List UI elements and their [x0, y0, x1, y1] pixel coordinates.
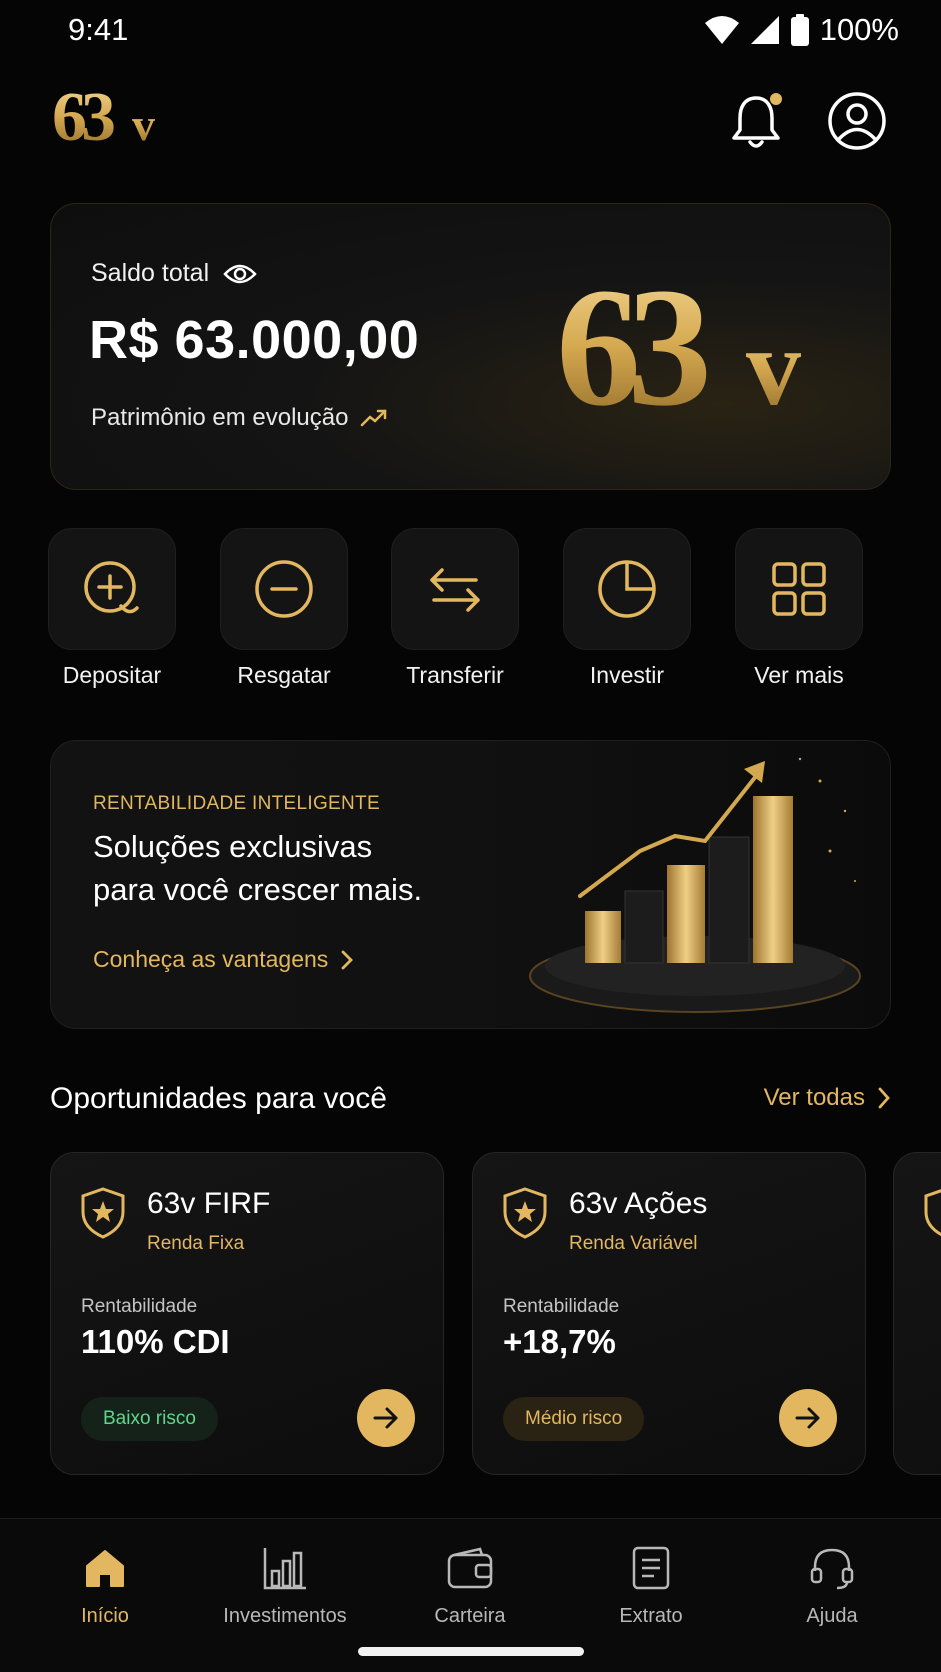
shield-star-icon — [81, 1187, 125, 1239]
arrow-right-icon — [795, 1407, 820, 1429]
balance-value: R$ 63.000,00 — [89, 310, 420, 370]
open-fund-button[interactable] — [779, 1389, 837, 1447]
chevron-right-icon — [878, 1087, 890, 1109]
opportunities-carousel[interactable]: 63v FIRF Renda Fixa Rentabilidade 110% C… — [0, 1152, 941, 1477]
status-bar: 9:41 100% — [0, 0, 941, 60]
eye-icon[interactable] — [223, 262, 257, 286]
nav-help[interactable]: Ajuda — [742, 1543, 922, 1628]
nav-label: Investimentos — [223, 1605, 347, 1627]
promo-title-line2: para você crescer mais. — [93, 872, 423, 907]
bar-chart-icon — [263, 1548, 306, 1590]
opportunities-header: Oportunidades para você Ver todas — [50, 1080, 891, 1120]
return-value: 110% CDI — [81, 1323, 230, 1360]
grid-icon — [772, 562, 826, 616]
fund-type: Renda Fixa — [147, 1233, 245, 1254]
status-time: 9:41 — [68, 12, 129, 47]
chevron-right-icon — [341, 950, 354, 969]
action-label: Transferir — [406, 662, 504, 688]
balance-label: Saldo total — [91, 259, 210, 287]
trend-up-icon — [361, 409, 387, 427]
pie-chart-icon — [598, 560, 656, 618]
signal-icon — [750, 16, 779, 44]
promo-banner[interactable]: RENTABILIDADE INTELIGENTE Soluções exclu… — [50, 740, 891, 1029]
return-label: Rentabilidade — [81, 1296, 198, 1317]
balance-subtitle: Patrimônio em evolução — [91, 404, 349, 431]
user-circle-icon — [828, 92, 886, 150]
action-label: Investir — [589, 662, 665, 688]
return-value: +18,7% — [503, 1323, 616, 1360]
wifi-icon — [704, 16, 739, 44]
minus-circle-icon — [255, 560, 313, 618]
svg-text:63: 63 — [52, 80, 114, 150]
svg-text:63: 63 — [556, 264, 707, 424]
see-all-link[interactable]: Ver todas — [764, 1084, 891, 1112]
nav-label: Extrato — [619, 1605, 683, 1627]
balance-card: Saldo total R$ 63.000,00 Patrimônio em e… — [50, 203, 891, 490]
promo-tag: RENTABILIDADE INTELIGENTE — [93, 793, 380, 814]
quick-actions: Depositar Resgatar Transferir Investir V… — [48, 528, 891, 689]
risk-badge: Médio risco — [503, 1397, 645, 1441]
svg-text:v: v — [132, 99, 155, 150]
wallet-icon — [447, 1547, 493, 1589]
fund-type: Renda Variável — [569, 1233, 698, 1254]
brand-logo-large: 63 v — [556, 264, 801, 424]
battery-percentage: 100% — [819, 12, 899, 47]
nav-label: Início — [81, 1605, 129, 1627]
headset-icon — [810, 1548, 854, 1590]
action-withdraw[interactable]: Resgatar — [204, 528, 364, 689]
promo-link[interactable]: Conheça as vantagens — [93, 946, 354, 973]
nav-home[interactable]: Início — [15, 1543, 195, 1628]
action-label: Depositar — [62, 662, 162, 688]
opportunity-card[interactable]: 63v Ações Renda Variável Rentabilidade +… — [472, 1152, 866, 1475]
fund-name: 63v FIRF — [147, 1187, 271, 1220]
opportunity-card-partial[interactable] — [893, 1152, 941, 1475]
growth-chart-illustration — [529, 757, 861, 1013]
opportunity-card[interactable]: 63v FIRF Renda Fixa Rentabilidade 110% C… — [50, 1152, 444, 1475]
svg-text:v: v — [746, 306, 801, 424]
promo-title-line1: Soluções exclusivas — [93, 829, 373, 864]
risk-badge: Baixo risco — [81, 1397, 218, 1441]
transfer-arrows-icon — [430, 568, 480, 612]
promo-title: Soluções exclusivas para você crescer ma… — [93, 825, 513, 911]
fund-name: 63v Ações — [569, 1187, 708, 1220]
nav-label: Ajuda — [806, 1605, 858, 1627]
section-title: Oportunidades para você — [50, 1082, 387, 1115]
shield-star-icon — [924, 1189, 941, 1237]
plus-circle-icon — [84, 561, 139, 614]
nav-wallet[interactable]: Carteira — [380, 1543, 560, 1628]
action-more[interactable]: Ver mais — [719, 528, 879, 689]
battery-icon — [790, 14, 809, 46]
action-label: Resgatar — [237, 662, 331, 688]
action-label: Ver mais — [754, 662, 844, 688]
action-invest[interactable]: Investir — [547, 528, 707, 689]
nav-label: Carteira — [434, 1605, 506, 1627]
nav-investments[interactable]: Investimentos — [195, 1543, 375, 1628]
action-transfer[interactable]: Transferir — [375, 528, 535, 689]
home-indicator[interactable] — [358, 1647, 584, 1656]
home-icon — [86, 1550, 124, 1587]
notifications-button[interactable] — [728, 90, 784, 152]
promo-link-text: Conheça as vantagens — [93, 946, 329, 972]
return-label: Rentabilidade — [503, 1296, 620, 1317]
see-all-text: Ver todas — [763, 1084, 865, 1111]
profile-button[interactable] — [826, 90, 888, 152]
action-deposit[interactable]: Depositar — [32, 528, 192, 689]
document-icon — [632, 1546, 670, 1590]
nav-statement[interactable]: Extrato — [561, 1543, 741, 1628]
status-icons: 100% — [704, 12, 899, 48]
arrow-right-icon — [373, 1407, 398, 1429]
open-fund-button[interactable] — [357, 1389, 415, 1447]
bell-icon — [732, 93, 782, 148]
app-header: 63 v — [0, 80, 941, 160]
shield-star-icon — [503, 1187, 547, 1239]
brand-logo: 63 v — [52, 80, 155, 150]
